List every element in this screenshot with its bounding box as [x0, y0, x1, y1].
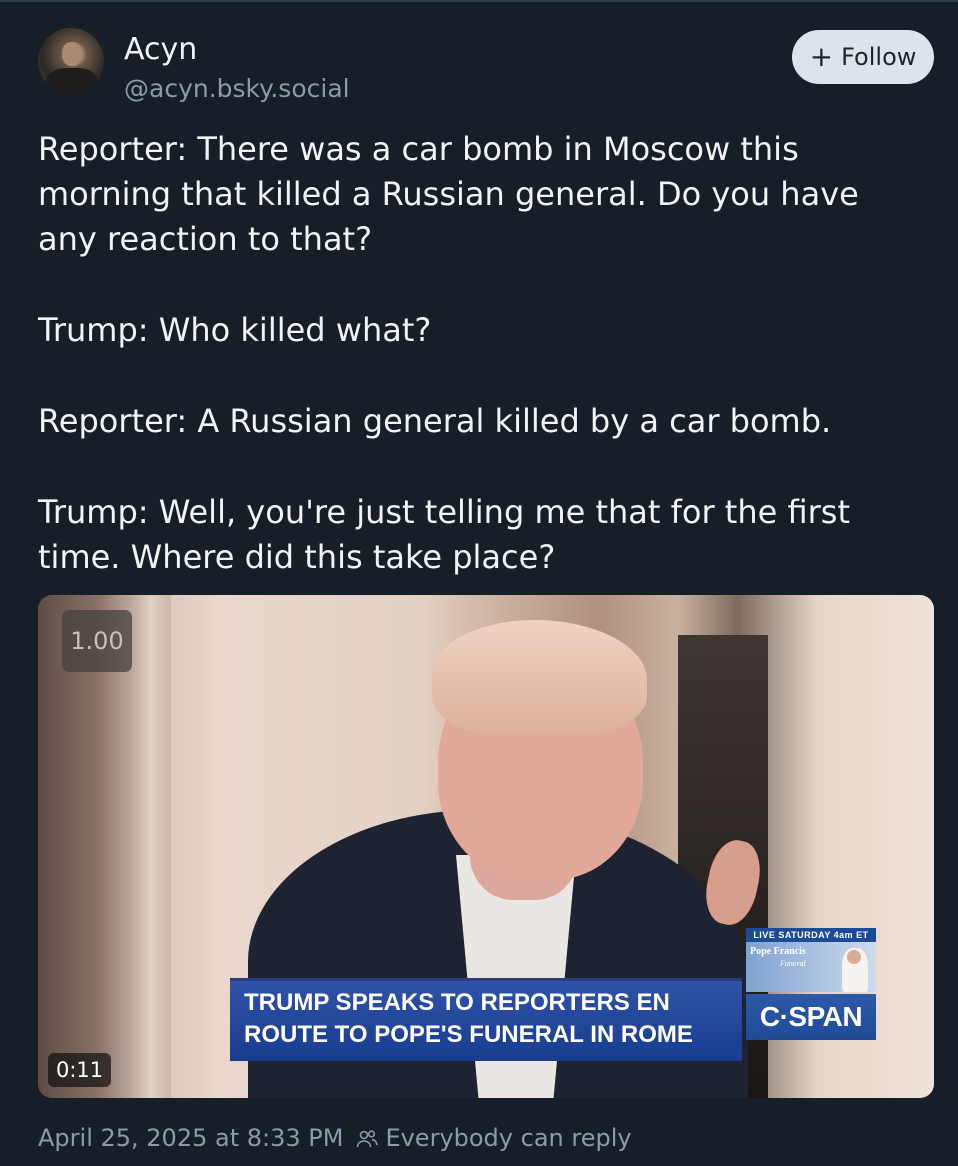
post-text-line: any reaction to that?	[38, 220, 373, 258]
promo-box: Pope Francis Funeral	[746, 942, 876, 992]
author-name[interactable]: Acyn	[124, 32, 197, 68]
lower-third-line: ROUTE TO POPE'S FUNERAL IN ROME	[244, 1021, 693, 1048]
video-player[interactable]: 1.00 TRUMP SPEAKS TO REPORTERS EN ROUTE …	[38, 595, 934, 1098]
author-handle[interactable]: @acyn.bsky.social	[124, 73, 350, 105]
top-divider	[0, 0, 958, 2]
post-text-line: morning that killed a Russian general. D…	[38, 175, 859, 213]
news-lower-third: TRUMP SPEAKS TO REPORTERS EN ROUTE TO PO…	[230, 978, 742, 1061]
network-logo: C·SPAN	[746, 994, 876, 1040]
post-text-line: Reporter: A Russian general killed by a …	[38, 402, 832, 440]
promo-title: Pope Francis	[750, 946, 806, 957]
people-icon	[355, 1126, 379, 1150]
plus-icon: +	[809, 40, 834, 73]
promo-subtitle: Funeral	[780, 959, 806, 968]
post-text-line: time. Where did this take place?	[38, 538, 556, 576]
post-text-line: Reporter: There was a car bomb in Moscow…	[38, 130, 799, 168]
video-duration: 0:11	[48, 1053, 112, 1087]
post-text-line: Trump: Who killed what?	[38, 311, 432, 349]
lower-third-line: TRUMP SPEAKS TO REPORTERS EN	[244, 989, 670, 1016]
promo-banner: LIVE SATURDAY 4am ET	[746, 928, 876, 942]
avatar[interactable]	[38, 28, 104, 94]
post-text-line: Trump: Well, you're just telling me that…	[38, 493, 851, 531]
follow-button[interactable]: + Follow	[792, 30, 934, 84]
follow-label: Follow	[841, 43, 917, 71]
post-timestamp[interactable]: April 25, 2025 at 8:33 PM	[38, 1121, 343, 1155]
playback-speed-button[interactable]: 1.00	[62, 610, 132, 672]
post-footer: April 25, 2025 at 8:33 PM Everybody can …	[38, 1121, 632, 1155]
reply-setting[interactable]: Everybody can reply	[385, 1121, 631, 1155]
